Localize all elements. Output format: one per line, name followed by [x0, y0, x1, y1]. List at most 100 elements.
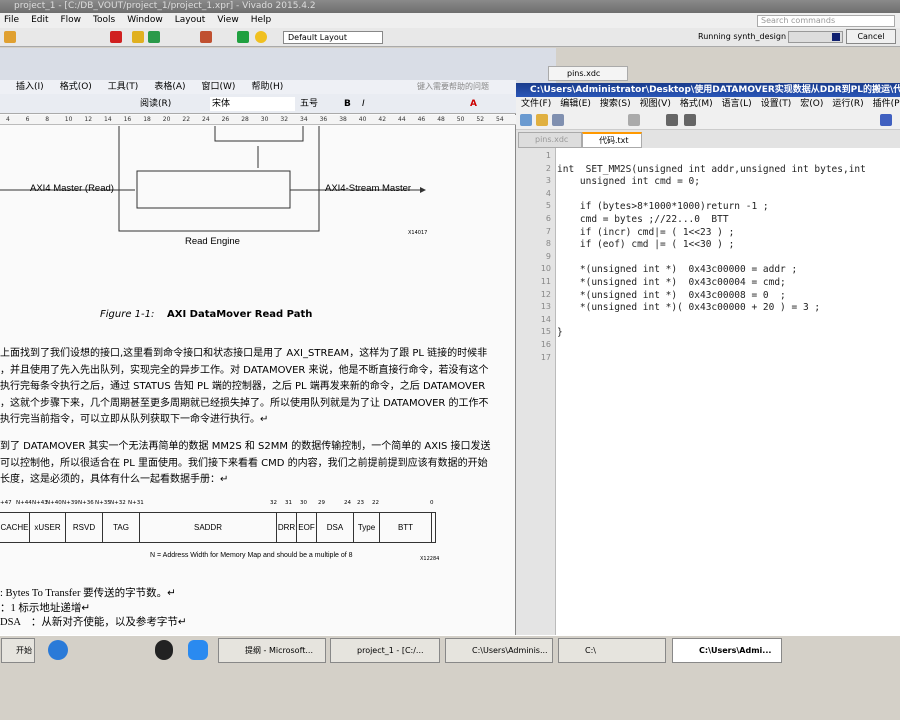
npp-menu-item[interactable]: 运行(R) — [832, 99, 863, 109]
ruler-tick: 28 — [241, 116, 249, 123]
paragraph-line: 执行完每条令执行之后，通过 STATUS 告知 PL 端的控制器，之后 PL 端… — [0, 381, 486, 392]
bit-label: 22 — [372, 500, 379, 506]
ruler-tick: 44 — [398, 116, 406, 123]
menu-help[interactable]: Help — [251, 15, 272, 25]
tab-pins-xdc[interactable]: pins.xdc — [518, 132, 582, 148]
taskbar-item[interactable]: project_1 - [C:/... — [330, 638, 440, 663]
menu-file[interactable]: File — [4, 15, 19, 25]
ruler-tick: 6 — [25, 116, 30, 123]
ruler-tick: 52 — [476, 116, 485, 123]
word-menu-item[interactable]: 表格(A) — [154, 82, 185, 92]
taskbar-item[interactable]: 提纲 - Microsoft... — [218, 638, 326, 663]
delete-icon[interactable] — [110, 31, 122, 43]
list-item: DSA ：从新对齐使能，以及参考字节↵ — [0, 617, 187, 629]
start-button[interactable]: 开始 — [1, 638, 35, 663]
step-icon[interactable] — [148, 31, 160, 43]
ruler-tick: 30 — [260, 116, 269, 123]
sigma-icon[interactable] — [237, 31, 249, 43]
npp-menu-item[interactable]: 文件(F) — [521, 99, 551, 109]
word-menu-item[interactable]: 帮助(H) — [251, 82, 283, 92]
ruler-tick: 8 — [45, 116, 50, 123]
ruler-tick: 24 — [202, 116, 210, 123]
vivado-tab-pins-xdc[interactable]: pins.xdc — [548, 66, 628, 81]
npp-menu-item[interactable]: 格式(M) — [680, 99, 713, 109]
debug-icon[interactable] — [255, 31, 267, 43]
vivado-title-bar: project_1 - [C:/DB_VOUT/project_1/projec… — [0, 0, 900, 13]
npp-menu-item[interactable]: 编辑(E) — [560, 99, 591, 109]
bit-field-btt: BTT — [380, 513, 432, 543]
ruler-tick: 42 — [378, 116, 387, 123]
read-button[interactable]: 阅读(R) — [140, 94, 171, 114]
ruler-tick: 34 — [300, 116, 308, 123]
npp-menu-item[interactable]: 视图(V) — [640, 99, 671, 109]
figure-number: Figure 1-1: — [100, 309, 155, 320]
ruler-tick: 12 — [84, 116, 93, 123]
menu-flow[interactable]: Flow — [61, 15, 82, 25]
npp-menu-item[interactable]: 语言(L) — [722, 99, 752, 109]
app-icon[interactable] — [188, 640, 208, 660]
open-project-icon[interactable] — [4, 31, 16, 43]
new-file-icon[interactable] — [520, 114, 532, 126]
npp-menu-item[interactable]: 宏(O) — [800, 99, 823, 109]
menu-layout[interactable]: Layout — [175, 15, 206, 25]
npp-menu-item[interactable]: 插件(P) — [873, 99, 900, 109]
word-menu-item[interactable]: 插入(I) — [16, 82, 44, 92]
bold-button[interactable]: B — [344, 94, 351, 114]
layout-select[interactable]: Default Layout — [283, 31, 383, 44]
bit-label: 0 — [430, 500, 434, 506]
qq-icon[interactable] — [155, 640, 173, 660]
word-menu-item[interactable]: 格式(O) — [60, 82, 92, 92]
code-line: *(unsigned int *) 0x43c00004 = cmd; — [557, 277, 786, 288]
font-select[interactable]: 宋体 — [210, 97, 295, 111]
redo-icon[interactable] — [684, 114, 696, 126]
sogou-icon[interactable] — [48, 640, 68, 660]
open-file-icon[interactable] — [536, 114, 548, 126]
search-commands-input[interactable]: Search commands — [757, 15, 895, 27]
bit-label: 32 — [270, 500, 277, 506]
paragraph-line: 上面找到了我们设想的接口,这里看到命令接口和状态接口是用了 AXI_STREAM… — [0, 348, 488, 359]
help-search-input[interactable]: 键入需要帮助的问题 — [417, 81, 489, 92]
font-color-button[interactable]: A — [470, 94, 477, 114]
taskbar-item[interactable]: C:\Users\Adminis... — [445, 638, 553, 663]
bit-field-cache: CACHE — [0, 513, 30, 543]
menu-tools[interactable]: Tools — [93, 15, 115, 25]
code-line: *(unsigned int *) 0x43c00000 = addr ; — [557, 264, 798, 276]
italic-button[interactable]: I — [362, 94, 365, 114]
list-item: ：是否为最后一次传输，也就是说是否发送 TLAST 信号【注 2】。↵ — [0, 629, 312, 631]
bit-field-dsa: DSA — [317, 513, 354, 543]
taskbar-item[interactable]: C:\ — [558, 638, 666, 663]
word-menu-item[interactable]: 工具(T) — [108, 82, 139, 92]
bit-label: 23 — [357, 500, 364, 506]
code-editor[interactable]: int SET_MM2S(unsigned int addr,unsigned … — [516, 148, 900, 635]
bit-label: +47 — [0, 500, 12, 506]
ruler-tick: 14 — [104, 116, 112, 123]
bit-table-id: X12284 — [420, 556, 440, 562]
font-size-select[interactable]: 五号 — [300, 94, 318, 114]
list-item: ：1 标示地址递增↵ — [0, 602, 91, 614]
bit-field-xuser: xUSER — [30, 513, 66, 543]
undo-icon[interactable] — [666, 114, 678, 126]
diagram-label-read-engine: Read Engine — [185, 236, 240, 247]
code-line: int SET_MM2S(unsigned int addr,unsigned … — [557, 163, 866, 175]
ruler-tick: 10 — [64, 116, 73, 123]
bit-label: 31 — [285, 500, 292, 506]
paragraph-line: 可以控制他，所以很适合在 PL 里面使用。我们接下来看看 CMD 的内容，我们之… — [0, 457, 488, 469]
cancel-button[interactable]: Cancel — [846, 29, 896, 44]
word-menu-item[interactable]: 窗口(W) — [202, 82, 236, 92]
menu-window[interactable]: Window — [127, 15, 163, 25]
ruler-tick: 48 — [437, 116, 445, 123]
tab-code-txt[interactable]: 代码.txt — [582, 132, 642, 148]
menu-edit[interactable]: Edit — [31, 15, 48, 25]
npp-menu-item[interactable]: 设置(T) — [761, 99, 792, 109]
indent-guide-icon[interactable] — [880, 114, 892, 126]
code-line: cmd = bytes ;//22...0 BTT — [557, 214, 729, 225]
ruler-tick: 20 — [162, 116, 171, 123]
run-icon[interactable] — [132, 31, 144, 43]
menu-view[interactable]: View — [217, 15, 238, 25]
npp-menu-item[interactable]: 搜索(S) — [600, 99, 631, 109]
taskbar-item[interactable]: C:\Users\Admi... — [672, 638, 782, 663]
save-icon[interactable] — [552, 114, 564, 126]
cut-icon[interactable] — [628, 114, 640, 126]
settings-icon[interactable] — [200, 31, 212, 43]
word-toolbar: 阅读(R) 宋体 五号 B I A — [0, 94, 516, 114]
